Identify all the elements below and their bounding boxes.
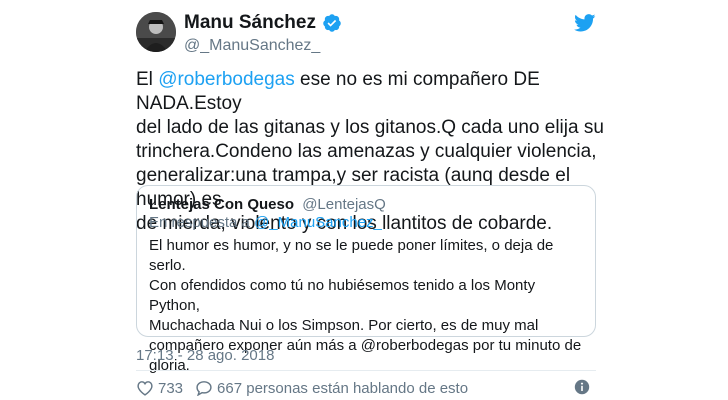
- speech-bubble-icon: [196, 381, 212, 396]
- quoted-tweet-header: Lentejas Con Queso @LentejasQ: [149, 196, 386, 214]
- user-name[interactable]: Manu Sánchez: [184, 12, 342, 34]
- tweet-timestamp[interactable]: 17:13 - 28 ago. 2018: [136, 346, 274, 366]
- heart-icon: [137, 381, 153, 396]
- info-icon[interactable]: [574, 379, 590, 400]
- tweet-card: Manu Sánchez @_ManuSanchez_ El @roberbod…: [0, 0, 728, 400]
- like-count: 733: [158, 379, 184, 397]
- tweet-actions: 733 667 personas están hablando de esto: [136, 377, 468, 399]
- user-avatar[interactable]: [136, 12, 176, 52]
- quoted-reply-to-link[interactable]: @_ManuSanchez_: [254, 214, 382, 231]
- quoted-tweet[interactable]: Lentejas Con Queso @LentejasQ En respues…: [136, 185, 596, 374]
- verified-badge-icon: [322, 13, 342, 33]
- twitter-bird-icon: [574, 14, 596, 37]
- user-handle[interactable]: @_ManuSanchez_: [184, 36, 320, 56]
- tweet-text-start: El: [136, 69, 159, 90]
- quoted-reply-prefix: En respuesta a: [149, 214, 255, 231]
- tweet-mention-link[interactable]: @roberbodegas: [158, 69, 295, 90]
- user-name-text[interactable]: Manu Sánchez: [184, 12, 316, 34]
- quoted-reply-context: En respuesta a @_ManuSanchez_: [149, 214, 382, 232]
- like-button[interactable]: 733: [136, 380, 183, 397]
- quoted-user-name[interactable]: Lentejas Con Queso: [149, 196, 294, 213]
- quoted-user-handle[interactable]: @LentejasQ: [302, 196, 386, 213]
- reply-text: 667 personas están hablando de esto: [217, 379, 469, 397]
- reply-button[interactable]: 667 personas están hablando de esto: [195, 380, 468, 397]
- divider: [136, 370, 596, 371]
